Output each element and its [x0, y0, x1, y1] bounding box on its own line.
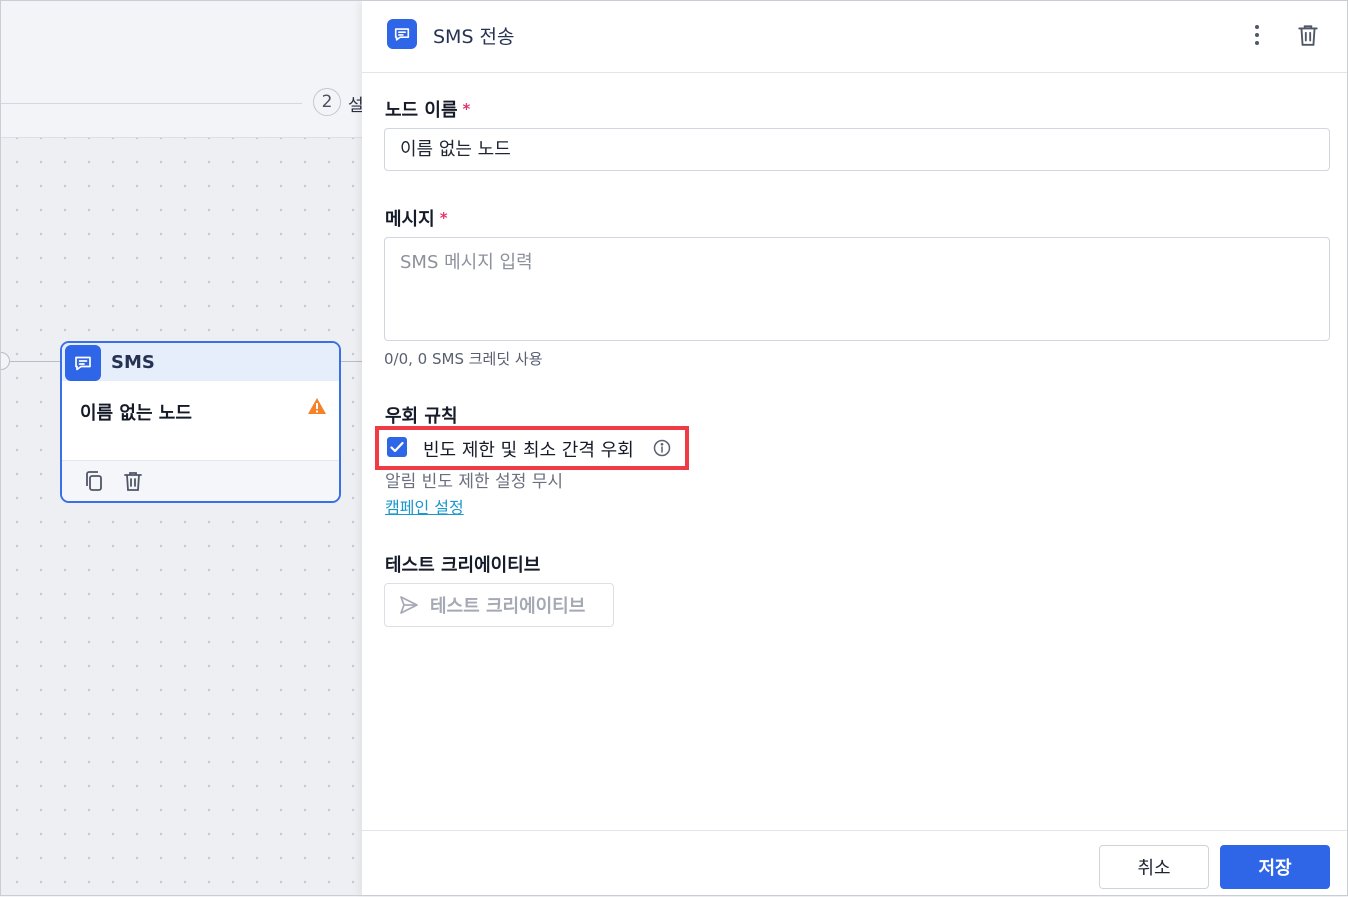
kebab-menu-icon[interactable] [1245, 21, 1269, 49]
panel-header: SMS 전송 [362, 0, 1348, 73]
node-type-label: SMS [111, 352, 155, 373]
trash-icon[interactable] [121, 469, 145, 493]
flow-edge-out [340, 361, 362, 362]
node-header: SMS [62, 343, 339, 381]
bypass-checkbox[interactable] [387, 437, 407, 457]
flow-canvas[interactable]: 2 설 SMS 이름 없는 노드 [0, 0, 362, 896]
step-bar: 2 설 [0, 0, 362, 138]
test-creative-label: 테스트 크리에이티브 [385, 555, 541, 576]
message-credit-helper: 0/0, 0 SMS 크레딧 사용 [384, 350, 543, 368]
node-name: 이름 없는 노드 [80, 403, 192, 424]
step-number[interactable]: 2 [313, 88, 341, 116]
campaign-settings-link[interactable]: 캠페인 설정 [385, 494, 464, 518]
node-name-label: 노드 이름 * [385, 100, 471, 121]
save-button[interactable]: 저장 [1220, 845, 1330, 889]
canvas-grid [0, 138, 362, 896]
step-divider [0, 103, 302, 104]
bypass-rules-label: 우회 규칙 [385, 406, 458, 427]
message-icon [387, 19, 417, 49]
trash-icon[interactable] [1295, 21, 1321, 49]
message-icon [65, 345, 101, 381]
test-creative-button-label: 테스트 크리에이티브 [430, 596, 586, 617]
message-label: 메시지 * [385, 209, 448, 230]
required-mark: * [462, 100, 471, 118]
bypass-description: 알림 빈도 제한 설정 무시 [385, 472, 564, 492]
required-mark: * [439, 209, 448, 227]
bypass-checkbox-label[interactable]: 빈도 제한 및 최소 간격 우회 [423, 436, 634, 462]
node-actions [62, 460, 339, 501]
step-label[interactable]: 설 [348, 91, 362, 116]
cancel-button[interactable]: 취소 [1099, 845, 1209, 889]
panel-footer: 취소 저장 [362, 830, 1348, 897]
sms-settings-panel: SMS 전송 노드 이름* 이름 없는 노드 메시지* 0/0, 0 SMS 크… [362, 0, 1348, 896]
test-creative-button[interactable]: 테스트 크리에이티브 [384, 583, 614, 627]
node-body: 이름 없는 노드 [62, 381, 339, 463]
info-icon[interactable] [653, 439, 671, 457]
node-name-input[interactable]: 이름 없는 노드 [384, 128, 1330, 171]
panel-title: SMS 전송 [433, 26, 515, 48]
send-icon [400, 596, 418, 614]
copy-icon[interactable] [82, 469, 106, 493]
warning-triangle-icon [307, 397, 327, 419]
message-textarea[interactable] [384, 237, 1330, 341]
sms-node[interactable]: SMS 이름 없는 노드 [60, 341, 341, 503]
